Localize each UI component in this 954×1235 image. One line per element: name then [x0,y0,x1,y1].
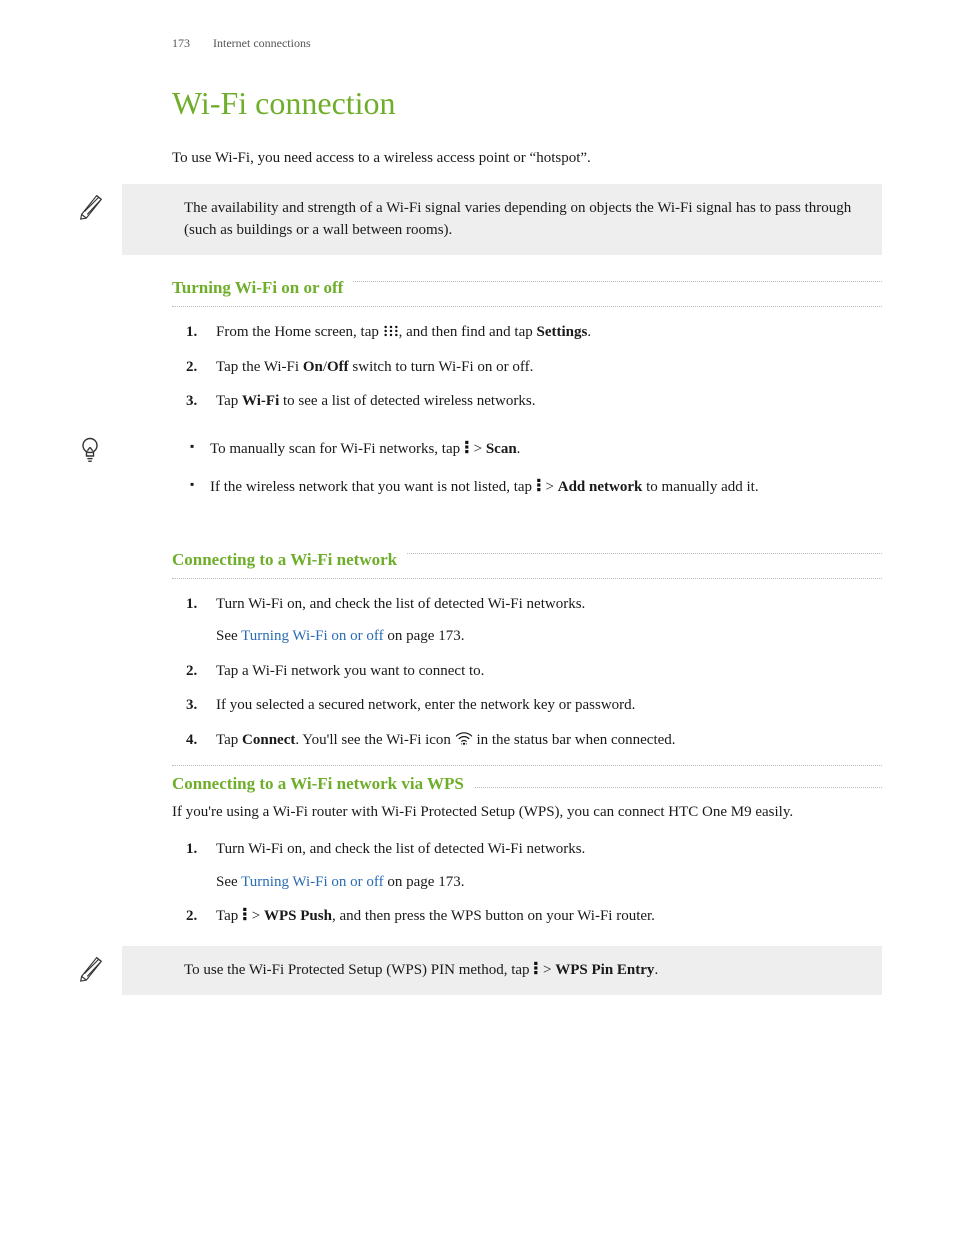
step: Tap a Wi-Fi network you want to connect … [172,660,882,683]
section-title: Connecting to a Wi-Fi network via WPS [172,774,474,794]
section-title: Turning Wi-Fi on or off [172,278,353,298]
document-page: 173 Internet connections Wi-Fi connectio… [0,0,954,1235]
section-name: Internet connections [213,36,311,50]
tip-bullets: To manually scan for Wi-Fi networks, tap… [190,437,882,499]
text: . [517,441,521,457]
page-number: 173 [172,36,210,51]
section-title: Connecting to a Wi-Fi network [172,550,407,570]
note-text: The availability and strength of a Wi-Fi… [184,198,866,242]
steps-wps: Turn Wi-Fi on, and check the list of det… [172,838,882,928]
text: to see a list of detected wireless netwo… [279,393,535,409]
text: , and then press the WPS button on your … [332,908,655,924]
bold-wps-push: WPS Push [264,908,332,924]
bold-add-network: Add network [558,479,643,495]
running-header: 173 Internet connections [172,36,882,51]
link-turning-wifi[interactable]: Turning Wi-Fi on or off [241,874,383,890]
bold-on: On [303,359,323,375]
step: Tap Wi-Fi to see a list of detected wire… [172,390,882,413]
text: Tap [216,393,242,409]
lightbulb-icon [76,433,106,463]
tip-bullet: If the wireless network that you want is… [190,475,882,499]
step: If you selected a secured network, enter… [172,694,882,717]
text: on page 173. [384,628,465,644]
text: > [470,441,486,457]
text: in the status bar when connected. [473,732,676,748]
note-wps-pin: To use the Wi-Fi Protected Setup (WPS) P… [122,946,882,996]
pencil-icon [76,190,106,220]
link-turning-wifi[interactable]: Turning Wi-Fi on or off [241,628,383,644]
text: Turn Wi-Fi on, and check the list of det… [216,596,585,612]
intro-paragraph: To use Wi-Fi, you need access to a wirel… [172,148,882,170]
text: switch to turn Wi-Fi on or off. [349,359,534,375]
section-heading-wps: Connecting to a Wi-Fi network via WPS [172,778,882,788]
note-availability: The availability and strength of a Wi-Fi… [122,184,882,256]
text: Tap [216,732,242,748]
bold-scan: Scan [486,441,517,457]
text: See [216,628,241,644]
step: Turn Wi-Fi on, and check the list of det… [172,838,882,893]
wps-intro: If you're using a Wi-Fi router with Wi-F… [172,802,882,824]
substep: See Turning Wi-Fi on or off on page 173. [216,625,882,648]
text: Tap the Wi-Fi [216,359,303,375]
text: Tap [216,908,242,924]
text: > [542,479,558,495]
text: > [539,962,555,978]
bold-wps-pin-entry: WPS Pin Entry [555,962,654,978]
tip-bullet: To manually scan for Wi-Fi networks, tap… [190,437,882,461]
bold-wifi: Wi-Fi [242,393,279,409]
text: Turn Wi-Fi on, and check the list of det… [216,841,585,857]
apps-icon [383,323,399,337]
text: To manually scan for Wi-Fi networks, tap [210,441,464,457]
note-text: To use the Wi-Fi Protected Setup (WPS) P… [184,960,866,982]
section-heading-connecting: Connecting to a Wi-Fi network [172,553,882,579]
text: From the Home screen, tap [216,324,383,340]
step: Tap Connect. You'll see the Wi-Fi icon i… [172,729,882,752]
substep: See Turning Wi-Fi on or off on page 173. [216,871,882,894]
bold-off: Off [327,359,349,375]
text: , and then find and tap [399,324,537,340]
steps-connecting: Turn Wi-Fi on, and check the list of det… [172,593,882,752]
step: From the Home screen, tap , and then fin… [172,321,882,344]
divider [172,765,882,766]
text: . [587,324,591,340]
page-title: Wi-Fi connection [172,85,882,122]
step: Tap > WPS Push, and then press the WPS b… [172,905,882,928]
text: If the wireless network that you want is… [210,479,536,495]
text: > [248,908,264,924]
text: . You'll see the Wi-Fi icon [295,732,454,748]
text: to manually add it. [642,479,758,495]
text: on page 173. [384,874,465,890]
steps-turning-wifi: From the Home screen, tap , and then fin… [172,321,882,413]
text: See [216,874,241,890]
text: To use the Wi-Fi Protected Setup (WPS) P… [184,962,533,978]
page-content: Wi-Fi connection To use Wi-Fi, you need … [172,85,882,995]
step: Turn Wi-Fi on, and check the list of det… [172,593,882,648]
step: Tap the Wi-Fi On/Off switch to turn Wi-F… [172,356,882,379]
wifi-icon [455,731,473,745]
bold-connect: Connect [242,732,295,748]
text: . [654,962,658,978]
tip-box-scan: To manually scan for Wi-Fi networks, tap… [122,427,882,523]
section-heading-turning-wifi: Turning Wi-Fi on or off [172,281,882,307]
pencil-icon [76,952,106,982]
bold-settings: Settings [537,324,588,340]
